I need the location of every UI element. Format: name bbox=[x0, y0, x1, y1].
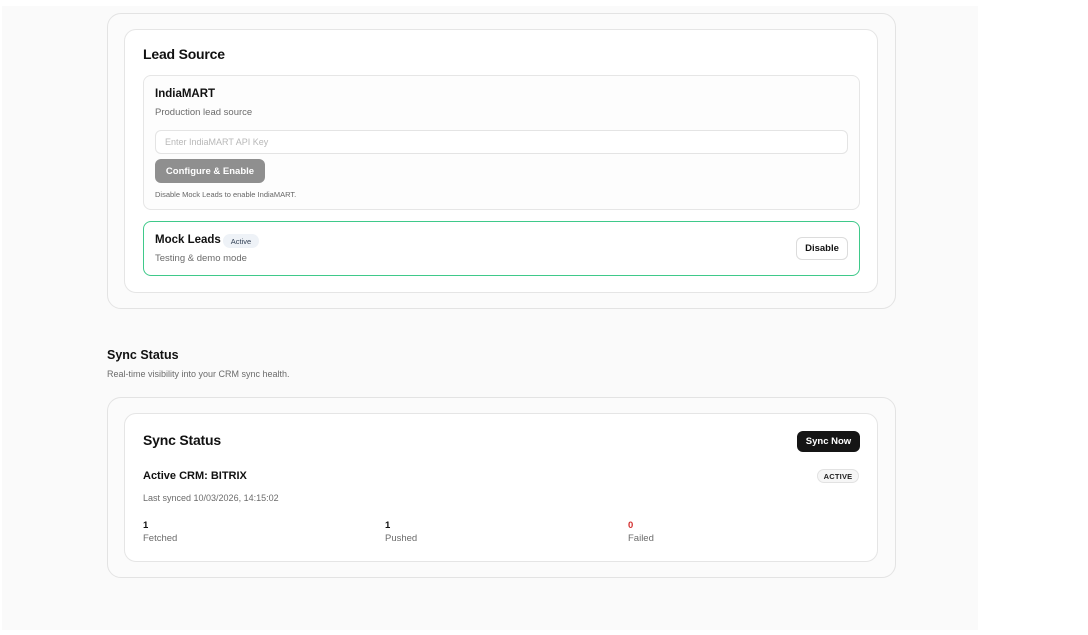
sync-section-title: Sync Status bbox=[107, 348, 179, 362]
stat-pushed: 1 Pushed bbox=[385, 520, 417, 544]
crm-status-badge: ACTIVE bbox=[817, 469, 859, 483]
active-crm-label: Active CRM: BITRIX bbox=[143, 470, 247, 482]
disable-mock-leads-button[interactable]: Disable bbox=[796, 237, 848, 260]
mock-leads-name: Mock Leads bbox=[155, 234, 221, 246]
sync-status-card bbox=[124, 413, 878, 562]
sync-now-button[interactable]: Sync Now bbox=[797, 431, 860, 452]
indiamart-name: IndiaMART bbox=[155, 88, 216, 100]
mock-leads-description: Testing & demo mode bbox=[155, 253, 247, 264]
stat-pushed-value: 1 bbox=[385, 520, 391, 531]
indiamart-hint: Disable Mock Leads to enable IndiaMART. bbox=[155, 190, 297, 199]
stat-fetched-value: 1 bbox=[143, 520, 149, 531]
stat-fetched-label: Fetched bbox=[143, 533, 178, 544]
stat-failed: 0 Failed bbox=[628, 520, 654, 544]
indiamart-description: Production lead source bbox=[155, 107, 253, 118]
stat-fetched: 1 Fetched bbox=[143, 520, 177, 544]
indiamart-api-key-input[interactable] bbox=[155, 130, 848, 154]
sync-card-title: Sync Status bbox=[143, 432, 221, 448]
lead-source-title: Lead Source bbox=[143, 46, 225, 62]
configure-enable-button[interactable]: Configure & Enable bbox=[155, 159, 265, 183]
stat-failed-value: 0 bbox=[628, 520, 634, 531]
stat-failed-label: Failed bbox=[628, 533, 654, 544]
sync-section-subtitle: Real-time visibility into your CRM sync … bbox=[107, 369, 290, 379]
last-synced-timestamp: Last synced 10/03/2026, 14:15:02 bbox=[143, 493, 279, 503]
stat-pushed-label: Pushed bbox=[385, 533, 418, 544]
mock-leads-active-badge: Active bbox=[223, 234, 259, 248]
mock-leads-provider bbox=[143, 221, 860, 276]
